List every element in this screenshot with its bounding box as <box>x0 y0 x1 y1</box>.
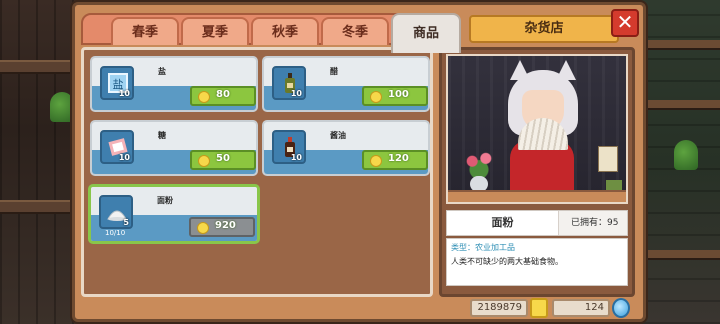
background-plant-icon <box>674 140 698 170</box>
background-plank <box>0 200 80 214</box>
coin-icon <box>370 91 382 103</box>
owned-count: 已拥有：95 <box>571 218 619 228</box>
item-list: 盐 10 盐 80 10 醋 100 10 糖 50 10 酱油 120 5 面… <box>81 47 433 297</box>
coin-icon[interactable] <box>530 298 548 318</box>
item-card-sugar[interactable]: 10 糖 50 <box>90 120 258 176</box>
shop-window: 春季 夏季 秋季 冬季 商品 杂货店 ✕ 盐 10 盐 80 10 醋 100 … <box>72 2 646 322</box>
currency-bar: 2189879 124 <box>470 298 640 318</box>
background-plank <box>0 60 80 74</box>
buy-button-flour[interactable]: 920 <box>189 217 255 237</box>
background-wall-left <box>0 0 80 324</box>
price-amount: 50 <box>216 153 230 164</box>
item-quantity: 10 <box>118 153 130 162</box>
item-name: 醋 <box>330 67 338 76</box>
item-card-flour[interactable]: 5 面粉 10/10 920 <box>88 184 260 244</box>
gem-icon[interactable] <box>612 298 630 318</box>
shop-title: 杂货店 <box>469 15 619 43</box>
item-card-vinegar[interactable]: 10 醋 100 <box>262 56 430 112</box>
coin-icon <box>198 155 210 167</box>
item-info-row: 面粉 已拥有：95 <box>446 210 628 236</box>
price-amount: 920 <box>215 220 236 231</box>
item-name: 面粉 <box>157 196 173 205</box>
background-shelf <box>638 250 720 260</box>
background-plant-icon <box>50 92 74 122</box>
price-amount: 100 <box>388 89 409 100</box>
shopkeeper-portrait <box>446 54 628 204</box>
buy-button-sugar[interactable]: 50 <box>190 150 256 170</box>
coin-icon <box>197 222 209 234</box>
notebook-icon <box>598 146 618 172</box>
price-amount: 80 <box>216 89 230 100</box>
item-quantity: 10 <box>290 153 302 162</box>
item-slot: 10 <box>272 130 306 164</box>
item-type: 类型：农业加工品 <box>451 243 515 252</box>
item-description: 人类不可缺少的两大基础食物。 <box>451 257 563 266</box>
item-detail-panel: 面粉 已拥有：95 类型：农业加工品 人类不可缺少的两大基础食物。 <box>439 47 635 297</box>
item-slot: 10 <box>100 130 134 164</box>
tab-summer[interactable]: 夏季 <box>181 17 249 45</box>
flower-icon <box>462 150 496 178</box>
item-card-salt[interactable]: 盐 10 盐 80 <box>90 56 258 112</box>
tab-winter[interactable]: 冬季 <box>321 17 389 45</box>
buy-button-vinegar[interactable]: 100 <box>362 86 428 106</box>
background-shelves-right <box>638 0 720 324</box>
item-slot: 5 <box>99 195 133 229</box>
item-card-soy-sauce[interactable]: 10 酱油 120 <box>262 120 430 176</box>
item-stock: 10/10 <box>105 229 126 237</box>
price-amount: 120 <box>388 153 409 164</box>
item-name: 盐 <box>158 67 166 76</box>
buy-button-salt[interactable]: 80 <box>190 86 256 106</box>
coin-icon <box>370 155 382 167</box>
item-slot: 盐 10 <box>100 66 134 100</box>
item-slot: 10 <box>272 66 306 100</box>
tab-goods[interactable]: 商品 <box>391 13 461 53</box>
close-button[interactable]: ✕ <box>611 9 639 37</box>
coin-balance: 2189879 <box>470 299 528 317</box>
background-shelf <box>638 100 720 110</box>
item-quantity: 5 <box>123 218 129 227</box>
item-name: 糖 <box>158 131 166 140</box>
selected-item-name: 面粉 <box>447 211 559 235</box>
coin-icon <box>198 91 210 103</box>
tab-bar: 春季 夏季 秋季 冬季 商品 杂货店 ✕ <box>81 9 639 53</box>
tab-autumn[interactable]: 秋季 <box>251 17 319 45</box>
background-shelf <box>638 40 720 50</box>
item-quantity: 10 <box>118 89 130 98</box>
item-quantity: 10 <box>290 89 302 98</box>
item-description-box: 类型：农业加工品 人类不可缺少的两大基础食物。 <box>446 238 628 286</box>
tab-spring[interactable]: 春季 <box>111 17 179 45</box>
gem-balance: 124 <box>552 299 610 317</box>
item-name: 酱油 <box>330 131 346 140</box>
shop-counter <box>448 190 626 202</box>
buy-button-soy-sauce[interactable]: 120 <box>362 150 428 170</box>
